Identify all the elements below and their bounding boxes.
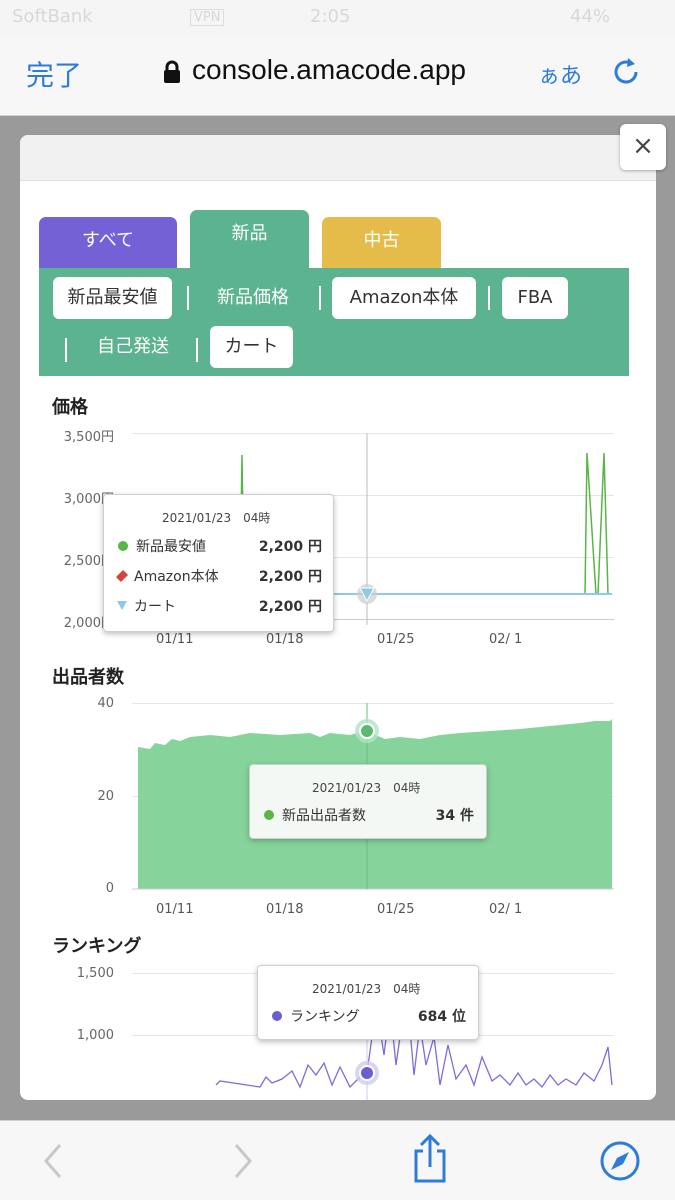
vpn-badge: VPN [190, 9, 225, 26]
modal-close-button[interactable]: × [620, 124, 666, 170]
forward-icon[interactable] [228, 1141, 258, 1181]
share-icon[interactable] [410, 1133, 450, 1185]
url-text[interactable]: console.amacode.app [192, 54, 466, 86]
tooltip-value: 684 位 [417, 1009, 466, 1025]
back-icon[interactable] [38, 1141, 68, 1181]
carrier: SoftBank [12, 6, 93, 27]
ranking-tooltip: 2021/01/23 04時 ランキング 684 位 [257, 965, 479, 1040]
lock-icon [164, 60, 180, 83]
browser-toolbar [0, 1120, 675, 1200]
compass-icon[interactable] [598, 1139, 642, 1183]
legend-dot [272, 1011, 282, 1021]
ranking-chart-line [215, 973, 613, 1100]
reload-icon[interactable] [608, 54, 644, 90]
done-button[interactable]: 完了 [26, 54, 82, 94]
text-size-button[interactable]: ぁあ [538, 58, 582, 90]
product-chart-modal: すべて 新品 中古 新品最安値 新品価格 Amazon本体 FBA 自己発送 カ… [20, 135, 656, 1100]
battery-percent: 44% [570, 6, 611, 27]
status-bar: SoftBank VPN 2:05 44% [0, 0, 675, 34]
clock: 2:05 [310, 6, 351, 27]
hover-marker [359, 1065, 375, 1081]
browser-url-bar: 完了 console.amacode.app ぁあ [0, 34, 675, 116]
tooltip-label: ランキング [290, 1009, 360, 1025]
tooltip-date: 2021/01/23 04時 [312, 982, 421, 996]
